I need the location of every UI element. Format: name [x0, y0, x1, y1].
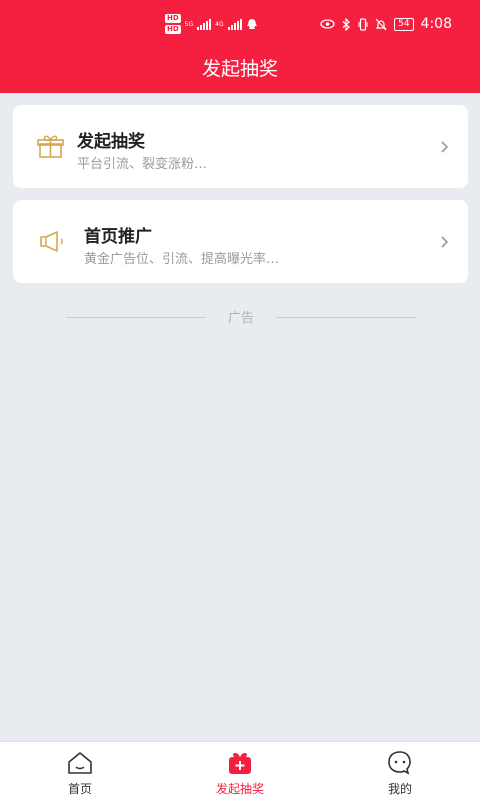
battery-indicator: 54 — [394, 17, 414, 31]
vibrate-icon — [358, 17, 368, 31]
status-time: 4:08 — [420, 16, 452, 32]
signal-strength-icon-2 — [227, 18, 242, 30]
bluetooth-icon — [342, 17, 350, 31]
tab-label: 首页 — [67, 782, 92, 796]
ad-divider: 广告 — [66, 307, 416, 327]
network-indicators: HD HD 5G 4G — [165, 14, 258, 34]
card-subtitle: 黄金广告位、引流、提高曝光率… — [84, 252, 280, 267]
homepage-promotion-card[interactable]: 首页推广 黄金广告位、引流、提高曝光率… — [13, 200, 468, 283]
eye-icon — [320, 19, 335, 29]
qq-icon — [246, 18, 257, 29]
home-icon — [68, 752, 92, 774]
gift-icon — [37, 135, 64, 158]
hd-badge-1: HD — [165, 14, 181, 23]
megaphone-icon — [40, 231, 63, 252]
network-type-1: 5G — [184, 20, 194, 28]
chat-face-icon — [388, 751, 411, 775]
mute-bell-icon — [375, 18, 387, 30]
bottom-tab-bar: 首页 发起抽奖 我的 — [0, 741, 480, 800]
hd-badge-2: HD — [165, 25, 181, 34]
chevron-right-icon — [441, 140, 449, 153]
divider-line-right — [276, 317, 416, 318]
card-subtitle: 平台引流、裂变涨粉… — [77, 157, 208, 172]
status-bar: HD HD 5G 4G 54 4:08 — [0, 12, 480, 40]
tab-label: 我的 — [387, 782, 412, 796]
card-title: 发起抽奖 — [77, 132, 145, 152]
system-indicators: 54 4:08 — [320, 16, 452, 32]
signal-strength-icon — [197, 18, 212, 30]
gift-plus-icon — [229, 752, 251, 774]
card-title: 首页推广 — [84, 227, 152, 247]
tab-home[interactable]: 首页 — [20, 742, 140, 800]
tab-label: 发起抽奖 — [215, 782, 264, 796]
launch-lottery-card[interactable]: 发起抽奖 平台引流、裂变涨粉… — [13, 105, 468, 188]
chevron-right-icon — [441, 235, 449, 248]
network-type-2: 4G — [215, 20, 224, 28]
tab-launch-lottery[interactable]: 发起抽奖 — [180, 742, 300, 800]
tab-mine[interactable]: 我的 — [340, 742, 460, 800]
page-title: 发起抽奖 — [201, 58, 278, 80]
app-header: HD HD 5G 4G 54 4:08 发起抽奖 — [0, 0, 480, 93]
